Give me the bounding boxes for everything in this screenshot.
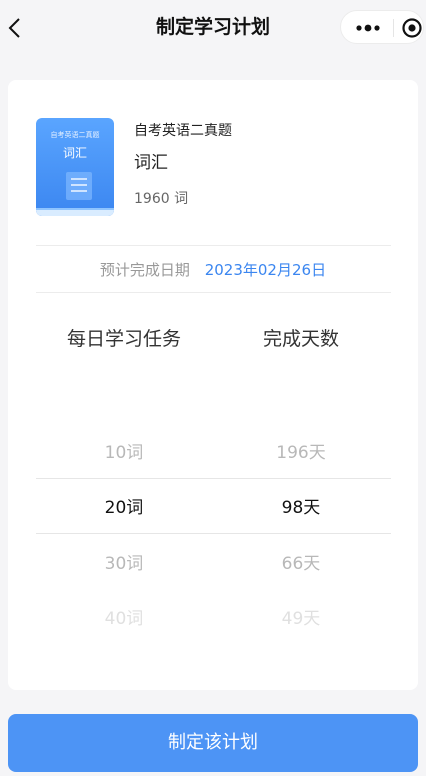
divider-bottom [36,292,391,293]
mini-program-capsule [340,10,424,44]
plan-card: 自考英语二真题 词汇 自考英语二真题 词汇 1960 词 预计完成日期 2023… [8,80,418,690]
book-stack-icon [66,172,92,200]
picker-days[interactable]: 196天 [221,426,381,481]
picker-days[interactable]: 66天 [221,537,381,592]
book-series: 自考英语二真题 [134,123,232,139]
word-count: 1960 词 [134,191,189,207]
selection-line-bottom [36,533,391,534]
picker-row[interactable]: 10词 196天 [8,426,418,481]
picker-words[interactable]: 40词 [44,592,204,647]
days-header: 完成天数 [262,328,339,350]
picker-words[interactable]: 30词 [44,537,204,592]
selection-line-top [36,478,391,479]
navigation-bar: 制定学习计划 [0,0,426,56]
picker-row[interactable]: 40词 49天 [8,592,418,647]
book-name: 词汇 [134,153,168,173]
estimate-date: 2023年02月26日 [204,261,327,279]
daily-task-header: 每日学习任务 [66,328,181,350]
more-dots-icon[interactable] [353,17,383,39]
picker-row-selected[interactable]: 20词 98天 [8,481,418,536]
estimate-label: 预计完成日期 [99,261,190,279]
plan-picker[interactable]: 10词 196天 20词 98天 30词 66天 40词 49天 [8,426,418,646]
picker-words[interactable]: 10词 [44,426,204,481]
estimate-row: 预计完成日期 2023年02月26日 [8,260,418,280]
close-target-icon[interactable] [401,17,423,39]
cover-base [36,208,114,216]
picker-words[interactable]: 20词 [44,481,204,536]
capsule-divider [393,19,394,37]
picker-days[interactable]: 49天 [221,592,381,647]
picker-days[interactable]: 98天 [221,481,381,536]
cover-title-text: 词汇 [62,146,87,160]
book-cover: 自考英语二真题 词汇 [36,118,114,216]
create-plan-button[interactable]: 制定该计划 [8,714,418,772]
cover-series-text: 自考英语二真题 [50,131,100,139]
picker-row[interactable]: 30词 66天 [8,537,418,592]
divider-top [36,245,391,246]
